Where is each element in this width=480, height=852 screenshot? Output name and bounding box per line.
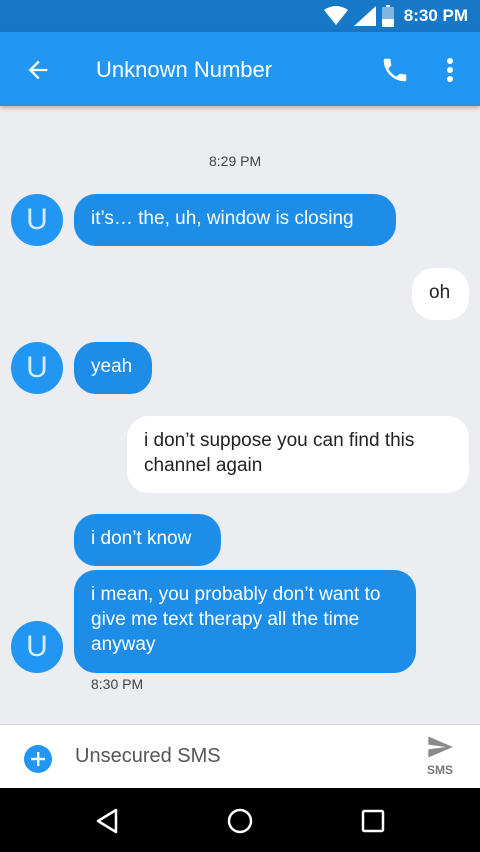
- conversation-title: Unknown Number: [96, 57, 273, 82]
- status-time: 8:30 PM: [403, 6, 468, 25]
- recents-square-icon[interactable]: [358, 806, 388, 836]
- timestamp: 8:29 PM: [209, 153, 262, 169]
- message-bubble-incoming[interactable]: i mean, you probably don’t want to give …: [74, 570, 416, 673]
- message-input[interactable]: Unsecured SMS: [75, 745, 221, 768]
- app-bar: Unknown Number: [0, 32, 480, 106]
- send-label: SMS: [426, 763, 453, 777]
- avatar[interactable]: U: [11, 342, 63, 394]
- message-bubble-outgoing[interactable]: oh: [412, 268, 469, 320]
- send-button[interactable]: SMS: [420, 733, 460, 783]
- message-bubble-incoming[interactable]: it’s… the, uh, window is closing: [74, 194, 396, 246]
- message-list[interactable]: 8:29 PM U it’s… the, uh, window is closi…: [0, 106, 480, 724]
- cell-signal-icon: [353, 6, 376, 26]
- phone-icon[interactable]: [380, 55, 410, 85]
- back-arrow-icon[interactable]: [24, 56, 52, 84]
- message-bubble-incoming[interactable]: i don’t know: [74, 514, 221, 566]
- avatar[interactable]: U: [11, 194, 63, 246]
- status-bar: 8:30 PM: [0, 0, 480, 32]
- avatar[interactable]: U: [11, 621, 63, 673]
- wifi-icon: [323, 6, 348, 25]
- add-attachment-icon[interactable]: [24, 745, 52, 773]
- more-vert-icon[interactable]: [440, 55, 460, 85]
- back-triangle-icon[interactable]: [92, 806, 122, 836]
- message-bubble-outgoing[interactable]: i don’t suppose you can find this channe…: [127, 416, 469, 493]
- battery-icon: [381, 5, 394, 27]
- send-icon: [428, 736, 453, 758]
- home-circle-icon[interactable]: [225, 806, 255, 836]
- timestamp: 8:30 PM: [91, 676, 144, 692]
- message-bubble-incoming[interactable]: yeah: [74, 342, 152, 394]
- system-navigation-bar: [0, 788, 480, 852]
- message-composer: Unsecured SMS SMS: [0, 724, 480, 789]
